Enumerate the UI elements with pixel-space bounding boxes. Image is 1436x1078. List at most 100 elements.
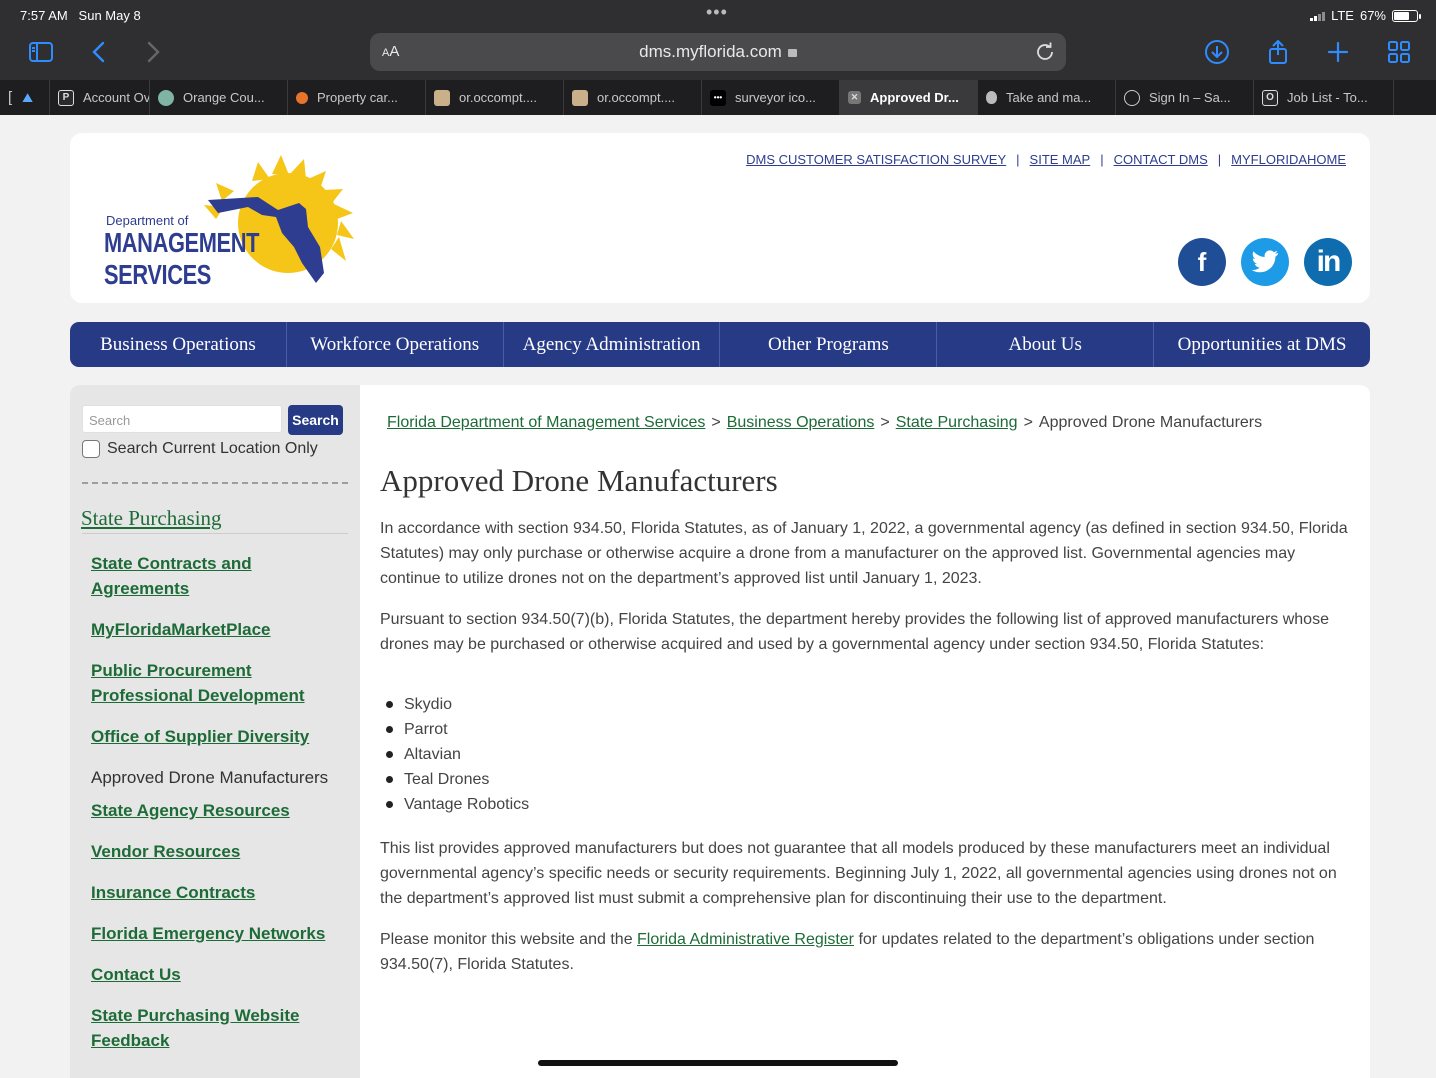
nav-agency-administration[interactable]: Agency Administration (504, 322, 721, 367)
sidebar-link[interactable]: MyFloridaMarketPlace (91, 617, 351, 642)
linkedin-glyph: in (1316, 245, 1342, 278)
search-location-label: Search Current Location Only (107, 440, 318, 457)
back-icon[interactable] (82, 38, 116, 66)
browser-tab[interactable]: P Account Ov (50, 80, 150, 115)
sidebar-link[interactable]: Contact Us (91, 962, 351, 987)
utility-links: DMS CUSTOMER SATISFACTION SURVEY | SITE … (746, 152, 1346, 167)
main-nav: Business Operations Workforce Operations… (70, 322, 1370, 367)
browser-tab[interactable]: ✕ Approved Dr... (840, 80, 978, 115)
pursuant-paragraph: Pursuant to section 934.50(7)(b), Florid… (380, 611, 1329, 653)
search-location-checkbox[interactable] (82, 440, 100, 458)
search-input[interactable]: Search (82, 405, 282, 433)
breadcrumb-link-dms[interactable]: Florida Department of Management Service… (387, 414, 705, 431)
sidebar-link[interactable]: State Agency Resources (91, 798, 351, 823)
sidebar-item-current: Approved Drone Manufacturers (91, 768, 329, 787)
tab-title: or.occompt.... (597, 90, 676, 105)
linkedin-icon[interactable]: in (1304, 238, 1352, 286)
home-indicator[interactable] (538, 1060, 898, 1066)
lock-icon (787, 49, 797, 57)
apple-icon (986, 91, 997, 104)
sidebar-link[interactable]: Florida Emergency Networks (91, 921, 351, 946)
forward-icon[interactable] (136, 38, 170, 66)
browser-tab[interactable]: O Job List - To... (1254, 80, 1394, 115)
browser-tab[interactable]: or.occompt.... (426, 80, 564, 115)
sidebar-link[interactable]: Public Procurement Professional Developm… (91, 658, 351, 708)
manufacturer-list: Skydio Parrot Altavian Teal Drones Vanta… (384, 692, 529, 817)
search-location-option[interactable]: Search Current Location Only (82, 440, 318, 458)
dms-logo[interactable]: Department of MANAGEMENT SERVICES (104, 155, 354, 290)
sidebar-link[interactable]: Office of Supplier Diversity (91, 724, 351, 749)
doc-thumb-icon (572, 89, 588, 106)
browser-tab[interactable]: Property car... (288, 80, 426, 115)
browser-tab[interactable]: ••• surveyor ico... (702, 80, 840, 115)
sidebar-toggle-icon[interactable] (24, 38, 58, 66)
address-bar[interactable]: AA dms.myflorida.com (370, 33, 1066, 71)
status-time: 7:57 AM Sun May 8 (20, 8, 141, 23)
downloads-icon[interactable] (1200, 38, 1234, 66)
facebook-icon[interactable]: f (1178, 238, 1226, 286)
monitor-paragraph: Please monitor this website and the Flor… (380, 927, 1350, 977)
sidebar-link[interactable]: State Contracts and Agreements (91, 551, 351, 601)
pinned-tab-icon[interactable]: ⛰ (22, 90, 33, 106)
divider: | (1100, 152, 1104, 167)
logo-line-2: MANAGEMENT (104, 227, 260, 258)
breadcrumb-separator: > (880, 414, 890, 431)
twitter-bird-icon (1251, 250, 1278, 273)
tab-overview-icon[interactable] (1382, 38, 1416, 66)
pinned-tab-edge-icon[interactable]: [ (8, 89, 12, 106)
survey-link[interactable]: DMS CUSTOMER SATISFACTION SURVEY (746, 152, 1006, 167)
main-content: Florida Department of Management Service… (360, 385, 1370, 1078)
nav-opportunities[interactable]: Opportunities at DMS (1154, 322, 1370, 367)
sidebar-section-title[interactable]: State Purchasing (81, 506, 222, 531)
logo-line-3: SERVICES (104, 259, 211, 290)
search-button[interactable]: Search (288, 405, 343, 435)
pinned-tabs[interactable]: [ ⛰ (0, 80, 50, 115)
tab-title: Job List - To... (1287, 90, 1368, 105)
breadcrumb-link-state-purchasing[interactable]: State Purchasing (896, 414, 1018, 431)
florida-administrative-register-link[interactable]: Florida Administrative Register (637, 931, 854, 948)
monitor-text: Please monitor this website and the (380, 931, 638, 948)
seal-icon (158, 89, 174, 106)
url-text[interactable]: dms.myflorida.com (370, 42, 1066, 62)
divider (82, 533, 348, 534)
tab-title: Sign In – Sa... (1149, 90, 1231, 105)
sidebar-link[interactable]: Vendor Resources (91, 839, 351, 864)
sidebar-link[interactable]: State Purchasing Website Feedback (91, 1003, 351, 1053)
close-tab-icon[interactable]: ✕ (848, 91, 861, 104)
multitask-dots-icon[interactable]: ••• (706, 2, 728, 23)
facebook-glyph: f (1197, 246, 1207, 277)
breadcrumb-link-business-operations[interactable]: Business Operations (727, 414, 875, 431)
browser-tab[interactable]: Take and ma... (978, 80, 1116, 115)
tab-title: surveyor ico... (735, 90, 816, 105)
twitter-icon[interactable] (1241, 238, 1289, 286)
breadcrumb: Florida Department of Management Service… (387, 414, 1262, 432)
web-page: Department of MANAGEMENT SERVICES DMS CU… (0, 115, 1436, 1078)
nav-about-us[interactable]: About Us (937, 322, 1155, 367)
sailboat-icon (1124, 89, 1140, 106)
sidebar-link[interactable]: Insurance Contracts (91, 880, 351, 905)
sidebar: Search Search Search Current Location On… (70, 385, 360, 1078)
site-map-link[interactable]: SITE MAP (1030, 152, 1091, 167)
browser-tab[interactable]: or.occompt.... (564, 80, 702, 115)
intro-paragraph: In accordance with section 934.50, Flori… (380, 520, 1348, 587)
disclaimer-paragraph: This list provides approved manufacturer… (380, 840, 1337, 907)
new-tab-icon[interactable] (1321, 38, 1355, 66)
list-item: Skydio (384, 692, 529, 717)
site-header: Department of MANAGEMENT SERVICES DMS CU… (70, 133, 1370, 303)
battery-percent: 67% (1359, 8, 1386, 23)
reload-icon[interactable] (1034, 41, 1056, 63)
breadcrumb-separator: > (1023, 414, 1033, 431)
signal-icon (1310, 11, 1326, 21)
nav-workforce-operations[interactable]: Workforce Operations (287, 322, 504, 367)
myfloridahome-link[interactable]: MYFLORIDAHOME (1231, 152, 1346, 167)
nav-business-operations[interactable]: Business Operations (70, 322, 287, 367)
browser-tab[interactable]: Orange Cou... (150, 80, 288, 115)
browser-tab[interactable]: Sign In – Sa... (1116, 80, 1254, 115)
list-item: Teal Drones (384, 767, 529, 792)
contact-dms-link[interactable]: CONTACT DMS (1114, 152, 1208, 167)
share-icon[interactable] (1261, 38, 1295, 66)
nav-other-programs[interactable]: Other Programs (720, 322, 938, 367)
tab-title: Account Ov (83, 90, 150, 105)
tab-title: Take and ma... (1006, 90, 1092, 105)
page-title: Approved Drone Manufacturers (380, 463, 778, 498)
